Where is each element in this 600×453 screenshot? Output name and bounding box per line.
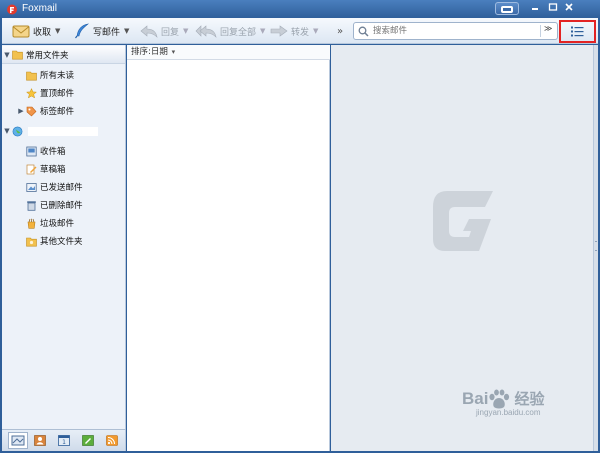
junk-icon — [27, 218, 36, 229]
sidebar-module-tabs: 1 — [2, 429, 126, 451]
forward-label: 转发 — [291, 27, 310, 38]
mail-list-pane[interactable]: 排序:日期 ▾ — [127, 45, 330, 451]
folder-item-pinned[interactable]: 置顶邮件 — [2, 84, 125, 102]
app-window: Foxmail 收取 ▼ 写邮件 ▼ 回复 ▼ 回复全部 ▼ 转发 ▼ » 搜索… — [0, 0, 600, 453]
contacts-icon[interactable] — [34, 435, 46, 446]
minimize-icon — [532, 8, 538, 10]
search-input[interactable] — [373, 25, 533, 37]
forward-dropdown-icon[interactable]: ▼ — [313, 27, 318, 35]
watermark-url: jingyan.baidu.com — [476, 408, 541, 417]
receive-label: 收取 — [33, 27, 52, 38]
account-globe-icon — [12, 126, 23, 136]
star-icon — [26, 87, 37, 98]
trash-icon — [27, 200, 36, 211]
notes-icon[interactable] — [82, 435, 94, 446]
rss-feed-icon[interactable] — [106, 435, 118, 446]
watermark-jingyan-text: 经验 — [514, 391, 545, 408]
folder-item-drafts[interactable]: 草稿箱 — [2, 160, 125, 178]
account-name-redacted — [28, 126, 98, 136]
collapse-triangle-icon[interactable]: ▼ — [2, 127, 12, 135]
sort-dropdown-icon[interactable]: ▾ — [172, 48, 176, 56]
common-folders-header[interactable]: ▼ 常用文件夹 — [2, 46, 125, 64]
svg-text:1: 1 — [62, 439, 66, 446]
folder-sidebar: ▼ 常用文件夹 所有未读 置顶邮件 ▶ 标签邮件 ▼ 收件箱 草稿箱 已发送邮件… — [2, 45, 126, 429]
folder-label: 已删除邮件 — [40, 201, 83, 211]
drafts-icon — [26, 164, 37, 174]
folder-icon — [26, 71, 37, 80]
close-button[interactable] — [562, 2, 576, 15]
baidu-jingyan-watermark: Bai 经验 jingyan.baidu.com — [462, 388, 544, 418]
folder-label: 草稿箱 — [40, 165, 66, 175]
reply-label: 回复 — [161, 27, 180, 38]
inbox-icon — [26, 146, 37, 156]
folder-item-deleted[interactable]: 已删除邮件 — [2, 196, 125, 214]
expand-triangle-icon[interactable]: ▶ — [16, 107, 26, 115]
more-toolbar-button[interactable]: » — [337, 18, 343, 44]
title-bar[interactable]: Foxmail — [0, 0, 600, 18]
folder-label: 其他文件夹 — [40, 237, 83, 247]
watermark-brand-text: Bai — [462, 388, 489, 408]
watermark-brand: Bai 经验 — [462, 388, 544, 409]
folder-item-unread[interactable]: 所有未读 — [2, 66, 125, 84]
search-icon[interactable] — [358, 26, 369, 37]
common-folders-label: 常用文件夹 — [26, 50, 69, 61]
folder-item-tagged[interactable]: ▶ 标签邮件 — [2, 102, 125, 120]
reply-icon — [140, 25, 158, 38]
folder-item-inbox[interactable]: 收件箱 — [2, 142, 125, 160]
receive-dropdown-icon[interactable]: ▼ — [55, 27, 60, 35]
receive-button[interactable]: 收取 ▼ — [12, 18, 60, 44]
maximize-button[interactable] — [546, 2, 560, 15]
folder-item-other[interactable]: 其他文件夹 — [2, 232, 125, 250]
reply-button[interactable]: 回复 ▼ — [140, 18, 188, 44]
list-menu-icon — [571, 26, 584, 37]
folder-icon — [12, 50, 23, 60]
window-title: Foxmail — [22, 3, 58, 14]
folder-label: 垃圾邮件 — [40, 219, 75, 229]
foxmail-watermark-logo-icon — [433, 191, 493, 251]
collapse-triangle-icon[interactable]: ▼ — [2, 51, 12, 59]
foxmail-logo-icon — [7, 4, 17, 15]
right-edge-splitter[interactable] — [593, 45, 598, 451]
reply-all-label: 回复全部 — [220, 27, 257, 38]
tab-mail[interactable] — [8, 432, 28, 449]
folder-item-junk[interactable]: 垃圾邮件 — [2, 214, 125, 232]
minimize-button[interactable] — [528, 2, 542, 15]
layout-menu-button[interactable] — [559, 20, 596, 43]
mail-module-icon — [11, 435, 25, 446]
sort-label: 排序:日期 — [131, 47, 168, 57]
reply-all-dropdown-icon[interactable]: ▼ — [260, 27, 265, 35]
search-box[interactable]: ≫ — [353, 22, 558, 40]
splitter-grip[interactable] — [595, 241, 597, 251]
sort-selector[interactable]: 排序:日期 ▾ — [127, 45, 330, 60]
reply-all-icon — [195, 25, 217, 38]
skin-button[interactable] — [495, 2, 519, 15]
folder-label: 置顶邮件 — [40, 89, 75, 99]
close-icon — [565, 3, 573, 11]
folder-item-sent[interactable]: 已发送邮件 — [2, 178, 125, 196]
forward-icon — [270, 25, 288, 37]
search-options-chevron-icon[interactable]: ≫ — [544, 24, 552, 33]
calendar-icon[interactable]: 1 — [58, 435, 70, 446]
compose-button[interactable]: 写邮件 ▼ — [74, 18, 129, 44]
folder-label: 已发送邮件 — [40, 183, 83, 193]
folder-label: 收件箱 — [40, 147, 66, 157]
compose-dropdown-icon[interactable]: ▼ — [124, 27, 129, 35]
envelope-icon — [12, 25, 30, 38]
compose-label: 写邮件 — [93, 27, 121, 38]
search-divider — [540, 25, 541, 37]
feather-pen-icon — [75, 23, 90, 39]
baidu-paw-icon — [489, 389, 510, 408]
tag-icon — [26, 106, 37, 116]
sent-icon — [26, 182, 37, 192]
maximize-icon — [548, 3, 558, 11]
folder-icon — [26, 237, 37, 246]
folder-label: 所有未读 — [40, 71, 75, 81]
folder-label: 标签邮件 — [40, 107, 75, 117]
skin-icon — [501, 6, 513, 13]
account-row[interactable]: ▼ — [2, 122, 125, 140]
reply-all-button[interactable]: 回复全部 ▼ — [195, 18, 265, 44]
forward-button[interactable]: 转发 ▼ — [270, 18, 318, 44]
reply-dropdown-icon[interactable]: ▼ — [183, 27, 188, 35]
